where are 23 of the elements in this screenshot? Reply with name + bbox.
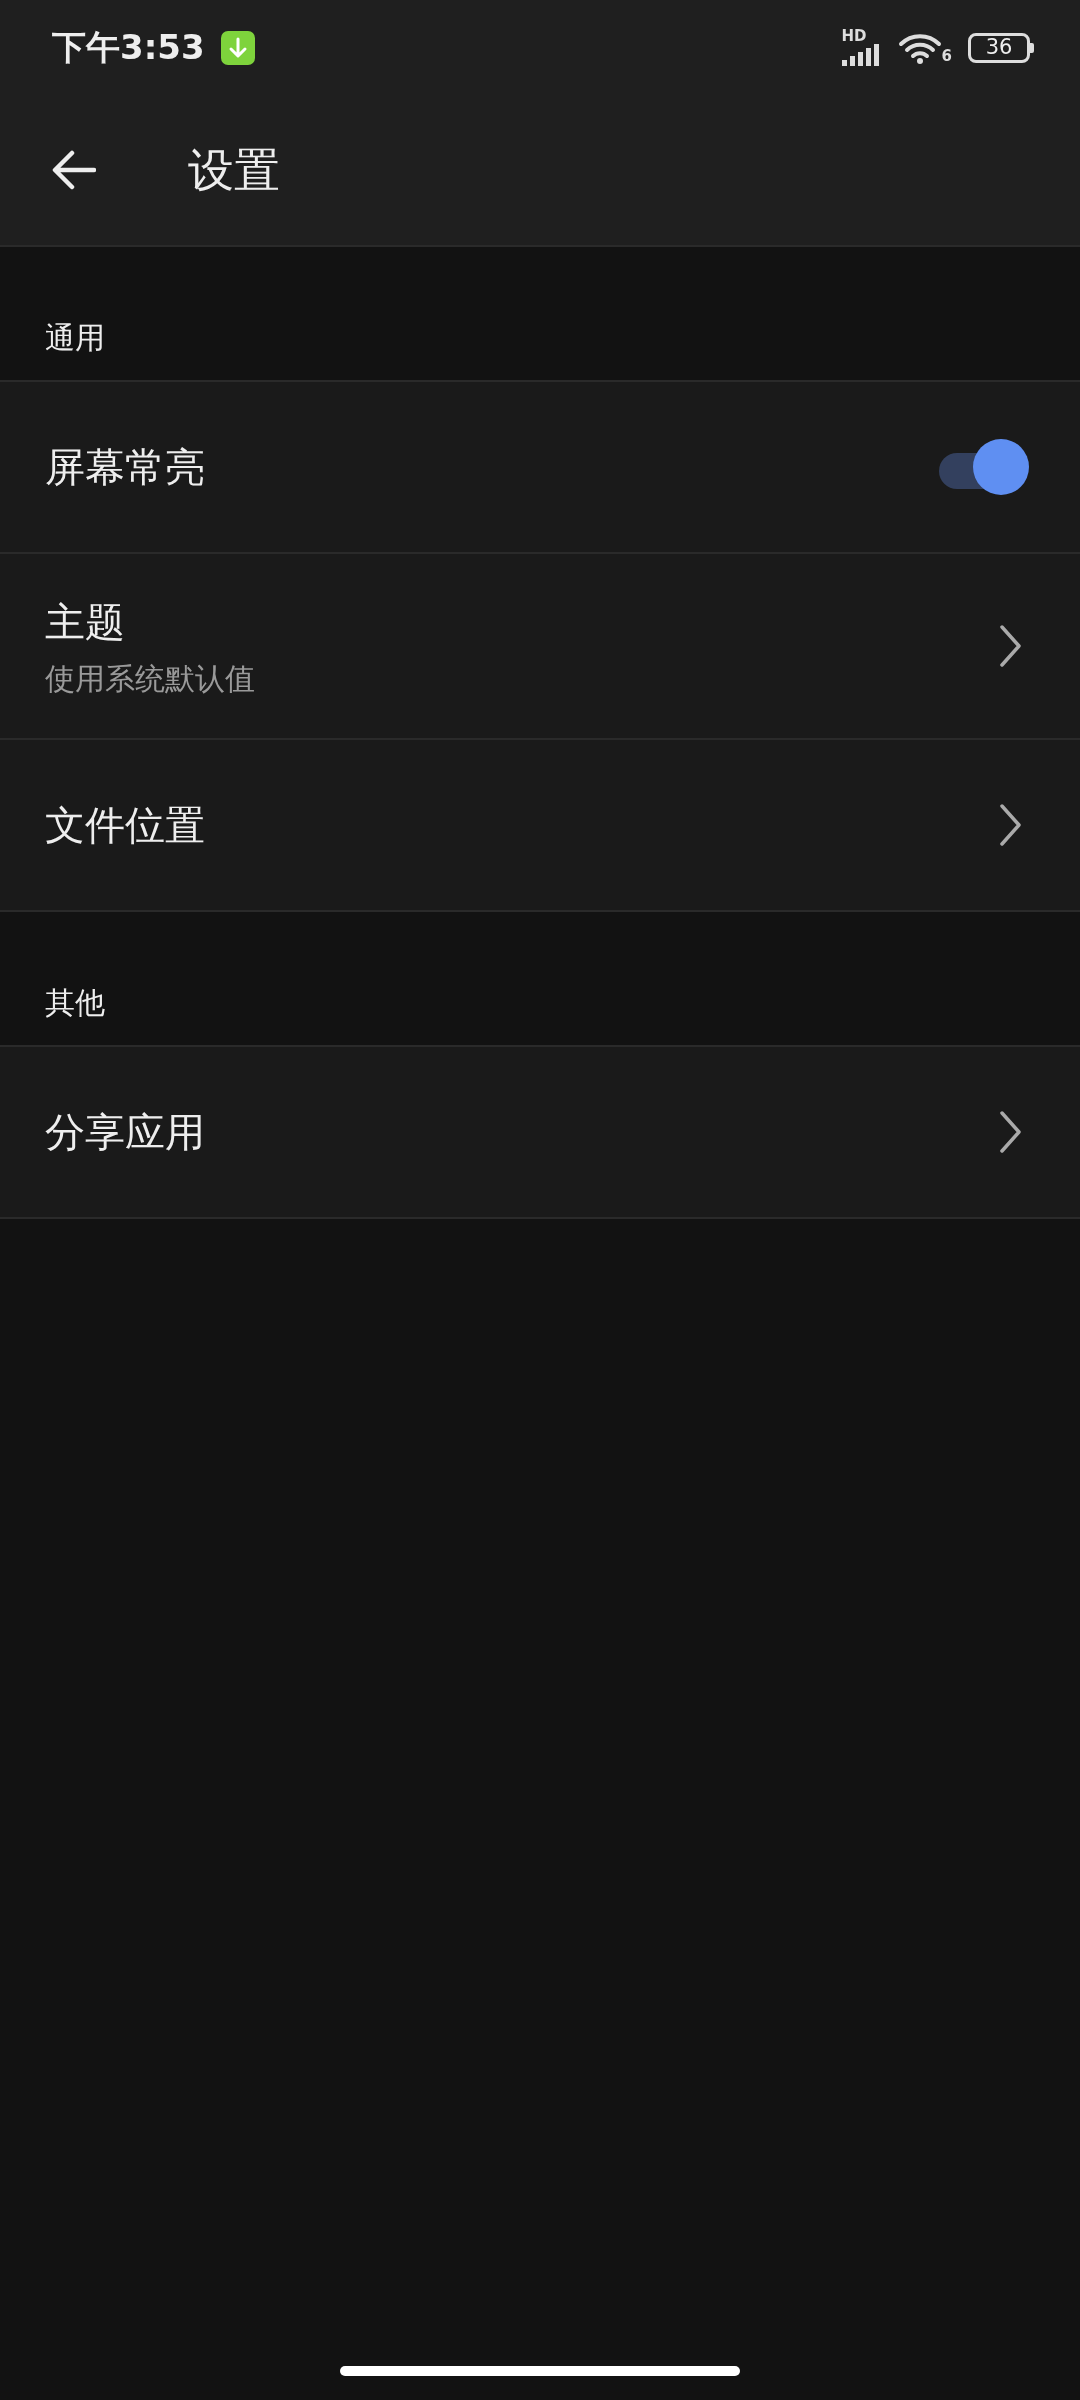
wifi-band-label: 6	[941, 48, 952, 64]
status-time: 下午3:53	[52, 26, 205, 69]
section-header: 通用	[45, 320, 105, 355]
signal-icon	[841, 44, 882, 66]
chevron-right-icon	[999, 1110, 1023, 1154]
page-title: 设置	[188, 141, 280, 199]
toggle-switch[interactable]	[939, 439, 1029, 495]
settings-row[interactable]: 主题 使用系统默认值	[0, 554, 1080, 740]
settings-row[interactable]: 分享应用	[0, 1047, 1080, 1219]
settings-row[interactable]: 文件位置	[0, 740, 1080, 912]
settings-row[interactable]: 屏幕常亮	[0, 382, 1080, 554]
chevron-right-icon	[999, 624, 1023, 668]
row-title: 文件位置	[45, 801, 205, 850]
row-title: 屏幕常亮	[45, 443, 205, 492]
battery-indicator: 36	[968, 32, 1030, 63]
row-subtitle: 使用系统默认值	[45, 659, 255, 698]
download-icon	[220, 30, 255, 65]
chevron-right-icon	[999, 803, 1023, 847]
wifi-icon	[897, 31, 942, 64]
row-title: 主题	[45, 597, 126, 647]
row-title: 分享应用	[45, 1108, 205, 1157]
network-label: HD	[841, 29, 867, 44]
section-header: 其他	[45, 985, 105, 1020]
